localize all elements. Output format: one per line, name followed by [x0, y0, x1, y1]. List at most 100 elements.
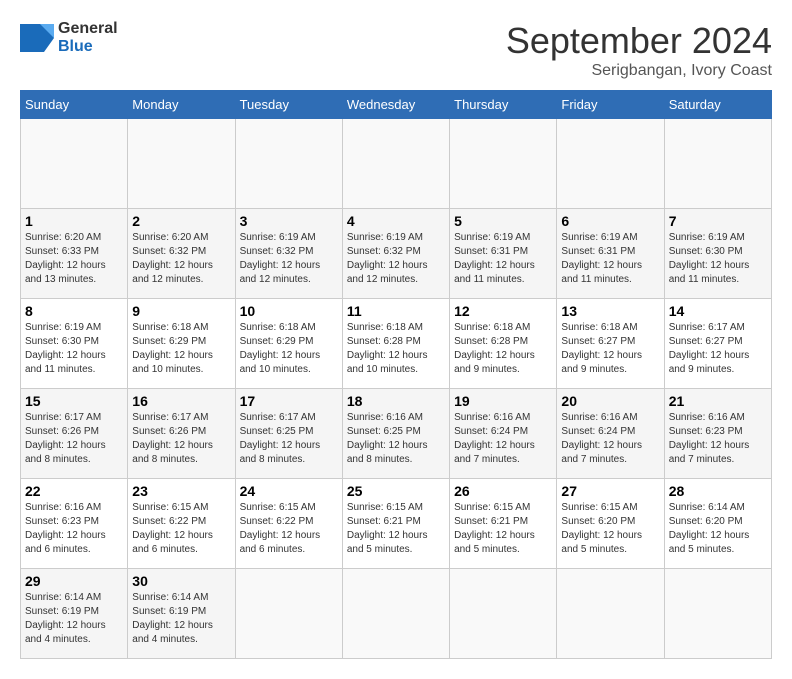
- day-number: 4: [347, 213, 445, 229]
- table-row: 4 Sunrise: 6:19 AMSunset: 6:32 PMDayligh…: [342, 209, 449, 299]
- table-row: 19 Sunrise: 6:16 AMSunset: 6:24 PMDaylig…: [450, 389, 557, 479]
- day-info: Sunrise: 6:19 AMSunset: 6:32 PMDaylight:…: [240, 231, 338, 287]
- day-number: 22: [25, 483, 123, 499]
- day-number: 8: [25, 303, 123, 319]
- day-number: 19: [454, 393, 552, 409]
- logo-icon: [20, 24, 54, 52]
- col-thursday: Thursday: [450, 91, 557, 119]
- day-info: Sunrise: 6:16 AMSunset: 6:23 PMDaylight:…: [669, 411, 767, 467]
- day-info: Sunrise: 6:18 AMSunset: 6:29 PMDaylight:…: [240, 321, 338, 377]
- table-row: 29 Sunrise: 6:14 AMSunset: 6:19 PMDaylig…: [21, 569, 128, 659]
- day-number: 24: [240, 483, 338, 499]
- day-info: Sunrise: 6:20 AMSunset: 6:32 PMDaylight:…: [132, 231, 230, 287]
- day-info: Sunrise: 6:17 AMSunset: 6:26 PMDaylight:…: [25, 411, 123, 467]
- table-row: 10 Sunrise: 6:18 AMSunset: 6:29 PMDaylig…: [235, 299, 342, 389]
- day-info: Sunrise: 6:17 AMSunset: 6:25 PMDaylight:…: [240, 411, 338, 467]
- table-row: 26 Sunrise: 6:15 AMSunset: 6:21 PMDaylig…: [450, 479, 557, 569]
- table-row: [557, 569, 664, 659]
- day-info: Sunrise: 6:16 AMSunset: 6:25 PMDaylight:…: [347, 411, 445, 467]
- calendar-table: Sunday Monday Tuesday Wednesday Thursday…: [20, 90, 772, 659]
- day-number: 1: [25, 213, 123, 229]
- calendar-week-4: 15 Sunrise: 6:17 AMSunset: 6:26 PMDaylig…: [21, 389, 772, 479]
- col-monday: Monday: [128, 91, 235, 119]
- table-row: [664, 569, 771, 659]
- table-row: 2 Sunrise: 6:20 AMSunset: 6:32 PMDayligh…: [128, 209, 235, 299]
- day-number: 12: [454, 303, 552, 319]
- calendar-week-5: 22 Sunrise: 6:16 AMSunset: 6:23 PMDaylig…: [21, 479, 772, 569]
- table-row: 14 Sunrise: 6:17 AMSunset: 6:27 PMDaylig…: [664, 299, 771, 389]
- col-saturday: Saturday: [664, 91, 771, 119]
- table-row: [128, 119, 235, 209]
- table-row: 27 Sunrise: 6:15 AMSunset: 6:20 PMDaylig…: [557, 479, 664, 569]
- day-number: 10: [240, 303, 338, 319]
- day-number: 16: [132, 393, 230, 409]
- table-row: 13 Sunrise: 6:18 AMSunset: 6:27 PMDaylig…: [557, 299, 664, 389]
- day-info: Sunrise: 6:14 AMSunset: 6:19 PMDaylight:…: [25, 591, 123, 647]
- day-number: 20: [561, 393, 659, 409]
- day-info: Sunrise: 6:15 AMSunset: 6:20 PMDaylight:…: [561, 501, 659, 557]
- table-row: [664, 119, 771, 209]
- day-number: 9: [132, 303, 230, 319]
- day-info: Sunrise: 6:14 AMSunset: 6:20 PMDaylight:…: [669, 501, 767, 557]
- table-row: 24 Sunrise: 6:15 AMSunset: 6:22 PMDaylig…: [235, 479, 342, 569]
- location-title: Serigbangan, Ivory Coast: [506, 62, 772, 80]
- day-info: Sunrise: 6:16 AMSunset: 6:23 PMDaylight:…: [25, 501, 123, 557]
- col-sunday: Sunday: [21, 91, 128, 119]
- day-number: 29: [25, 573, 123, 589]
- day-number: 23: [132, 483, 230, 499]
- table-row: [557, 119, 664, 209]
- table-row: [235, 569, 342, 659]
- table-row: [235, 119, 342, 209]
- day-info: Sunrise: 6:19 AMSunset: 6:30 PMDaylight:…: [25, 321, 123, 377]
- day-info: Sunrise: 6:15 AMSunset: 6:21 PMDaylight:…: [454, 501, 552, 557]
- table-row: 1 Sunrise: 6:20 AMSunset: 6:33 PMDayligh…: [21, 209, 128, 299]
- table-row: [450, 569, 557, 659]
- day-number: 18: [347, 393, 445, 409]
- month-title: September 2024: [506, 20, 772, 62]
- day-info: Sunrise: 6:17 AMSunset: 6:27 PMDaylight:…: [669, 321, 767, 377]
- day-info: Sunrise: 6:19 AMSunset: 6:32 PMDaylight:…: [347, 231, 445, 287]
- logo-general: General: [58, 20, 118, 37]
- table-row: 7 Sunrise: 6:19 AMSunset: 6:30 PMDayligh…: [664, 209, 771, 299]
- day-info: Sunrise: 6:18 AMSunset: 6:27 PMDaylight:…: [561, 321, 659, 377]
- calendar-week-6: 29 Sunrise: 6:14 AMSunset: 6:19 PMDaylig…: [21, 569, 772, 659]
- day-number: 26: [454, 483, 552, 499]
- table-row: 20 Sunrise: 6:16 AMSunset: 6:24 PMDaylig…: [557, 389, 664, 479]
- table-row: 17 Sunrise: 6:17 AMSunset: 6:25 PMDaylig…: [235, 389, 342, 479]
- calendar-week-3: 8 Sunrise: 6:19 AMSunset: 6:30 PMDayligh…: [21, 299, 772, 389]
- day-info: Sunrise: 6:20 AMSunset: 6:33 PMDaylight:…: [25, 231, 123, 287]
- table-row: 30 Sunrise: 6:14 AMSunset: 6:19 PMDaylig…: [128, 569, 235, 659]
- table-row: 15 Sunrise: 6:17 AMSunset: 6:26 PMDaylig…: [21, 389, 128, 479]
- day-number: 13: [561, 303, 659, 319]
- page-header: General Blue September 2024 Serigbangan,…: [20, 20, 772, 80]
- title-area: September 2024 Serigbangan, Ivory Coast: [506, 20, 772, 80]
- table-row: 21 Sunrise: 6:16 AMSunset: 6:23 PMDaylig…: [664, 389, 771, 479]
- table-row: 18 Sunrise: 6:16 AMSunset: 6:25 PMDaylig…: [342, 389, 449, 479]
- table-row: 5 Sunrise: 6:19 AMSunset: 6:31 PMDayligh…: [450, 209, 557, 299]
- table-row: [450, 119, 557, 209]
- day-info: Sunrise: 6:14 AMSunset: 6:19 PMDaylight:…: [132, 591, 230, 647]
- table-row: [342, 569, 449, 659]
- col-wednesday: Wednesday: [342, 91, 449, 119]
- day-number: 28: [669, 483, 767, 499]
- logo: General Blue: [20, 20, 118, 56]
- table-row: 3 Sunrise: 6:19 AMSunset: 6:32 PMDayligh…: [235, 209, 342, 299]
- day-number: 2: [132, 213, 230, 229]
- table-row: 22 Sunrise: 6:16 AMSunset: 6:23 PMDaylig…: [21, 479, 128, 569]
- table-row: 12 Sunrise: 6:18 AMSunset: 6:28 PMDaylig…: [450, 299, 557, 389]
- day-info: Sunrise: 6:19 AMSunset: 6:31 PMDaylight:…: [454, 231, 552, 287]
- day-info: Sunrise: 6:19 AMSunset: 6:30 PMDaylight:…: [669, 231, 767, 287]
- day-number: 5: [454, 213, 552, 229]
- day-number: 7: [669, 213, 767, 229]
- day-info: Sunrise: 6:19 AMSunset: 6:31 PMDaylight:…: [561, 231, 659, 287]
- day-info: Sunrise: 6:15 AMSunset: 6:22 PMDaylight:…: [132, 501, 230, 557]
- day-number: 17: [240, 393, 338, 409]
- day-info: Sunrise: 6:18 AMSunset: 6:28 PMDaylight:…: [347, 321, 445, 377]
- col-friday: Friday: [557, 91, 664, 119]
- day-number: 6: [561, 213, 659, 229]
- day-info: Sunrise: 6:15 AMSunset: 6:22 PMDaylight:…: [240, 501, 338, 557]
- table-row: 23 Sunrise: 6:15 AMSunset: 6:22 PMDaylig…: [128, 479, 235, 569]
- day-info: Sunrise: 6:16 AMSunset: 6:24 PMDaylight:…: [561, 411, 659, 467]
- calendar-week-1: [21, 119, 772, 209]
- table-row: [342, 119, 449, 209]
